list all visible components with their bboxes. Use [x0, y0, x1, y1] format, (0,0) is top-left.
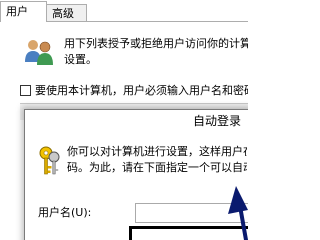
screen: 用户 高级 用下列表授予或拒绝用户访问你的计算机 设置。 要使用本计算机，用户必… [0, 0, 248, 240]
tab-advanced[interactable]: 高级 [47, 4, 87, 22]
tab-strip: 用户 高级 [0, 0, 248, 22]
must-enter-password-checkbox[interactable] [20, 85, 31, 96]
auto-signin-titlebar[interactable]: 自动登录 [25, 110, 248, 132]
users-intro-text: 用下列表授予或拒绝用户访问你的计算机 设置。 [64, 36, 248, 68]
intro-line-2: 设置。 [64, 53, 97, 66]
auto-signin-dialog: 自动登录 你可以对计算机进行设置，这样用户在 码。为此，请在下面指定一个可以自动… [24, 109, 248, 240]
auto-desc-line-2: 码。为此，请在下面指定一个可以自动 [67, 161, 247, 174]
username-label: 用户名(U): [38, 206, 92, 219]
intro-line-1: 用下列表授予或拒绝用户访问你的计算机 [64, 37, 248, 50]
auto-signin-description: 你可以对计算机进行设置，这样用户在 码。为此，请在下面指定一个可以自动 [67, 144, 247, 176]
auto-desc-line-1: 你可以对计算机进行设置，这样用户在 [67, 145, 247, 158]
keys-icon [39, 146, 60, 175]
auto-signin-title: 自动登录 [193, 114, 242, 128]
tab-users[interactable]: 用户 [0, 1, 47, 22]
must-enter-password-option[interactable]: 要使用本计算机，用户必须输入用户名和密码 [20, 83, 248, 99]
arrow-annotation-icon [228, 186, 248, 240]
users-icon [25, 40, 53, 65]
must-enter-password-label: 要使用本计算机，用户必须输入用户名和密码 [35, 84, 248, 97]
